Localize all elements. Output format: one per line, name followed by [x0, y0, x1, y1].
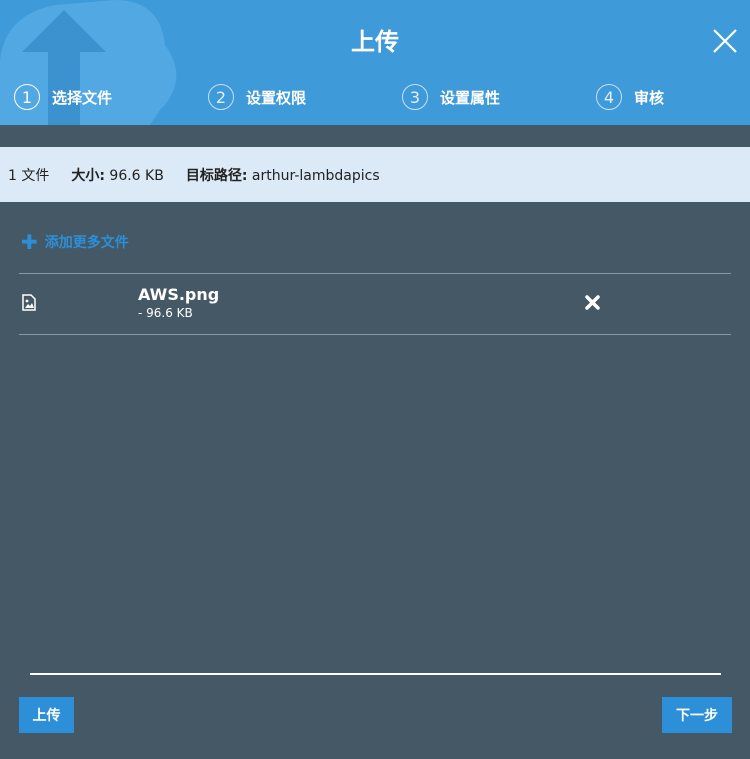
close-icon[interactable] [710, 26, 740, 56]
step-number: 1 [14, 84, 40, 110]
step-select-files[interactable]: 1 选择文件 [14, 83, 112, 111]
target-label: 目标路径: [185, 167, 248, 184]
step-set-permissions[interactable]: 2 设置权限 [208, 83, 306, 111]
upload-summary-bar: 1 文件 大小: 96.6 KB 目标路径: arthur-lambdapics [0, 147, 750, 202]
size-value: 96.6 KB [109, 167, 164, 184]
divider [19, 334, 731, 335]
add-more-files-link[interactable]: ✚ 添加更多文件 [21, 232, 129, 252]
step-label: 设置权限 [246, 88, 307, 107]
footer-divider [30, 673, 721, 675]
file-name: AWS.png [138, 285, 220, 304]
total-size: 大小: 96.6 KB [71, 165, 163, 185]
step-set-properties[interactable]: 3 设置属性 [402, 83, 500, 111]
step-label: 设置属性 [440, 88, 501, 107]
step-number: 3 [402, 84, 428, 110]
file-count: 1 文件 [8, 167, 50, 184]
step-label: 选择文件 [52, 88, 113, 107]
step-label: 审核 [634, 88, 665, 107]
remove-icon[interactable] [584, 294, 601, 311]
dialog-header: 上传 1 选择文件 2 设置权限 3 设置属性 4 审核 [0, 0, 750, 125]
dialog-title: 上传 [351, 28, 399, 56]
image-file-icon [22, 294, 36, 311]
target-path: 目标路径: arthur-lambdapics [186, 165, 380, 185]
target-value: arthur-lambdapics [251, 167, 380, 184]
next-step-button[interactable]: 下一步 [662, 697, 732, 733]
step-review[interactable]: 4 审核 [596, 83, 664, 111]
add-more-label: 添加更多文件 [44, 235, 129, 251]
size-label: 大小: [71, 167, 105, 184]
divider [19, 273, 731, 274]
file-size: - 96.6 KB [138, 306, 193, 320]
upload-button[interactable]: 上传 [19, 697, 74, 733]
step-number: 4 [596, 84, 622, 110]
step-number: 2 [208, 84, 234, 110]
plus-icon: ✚ [21, 230, 38, 254]
